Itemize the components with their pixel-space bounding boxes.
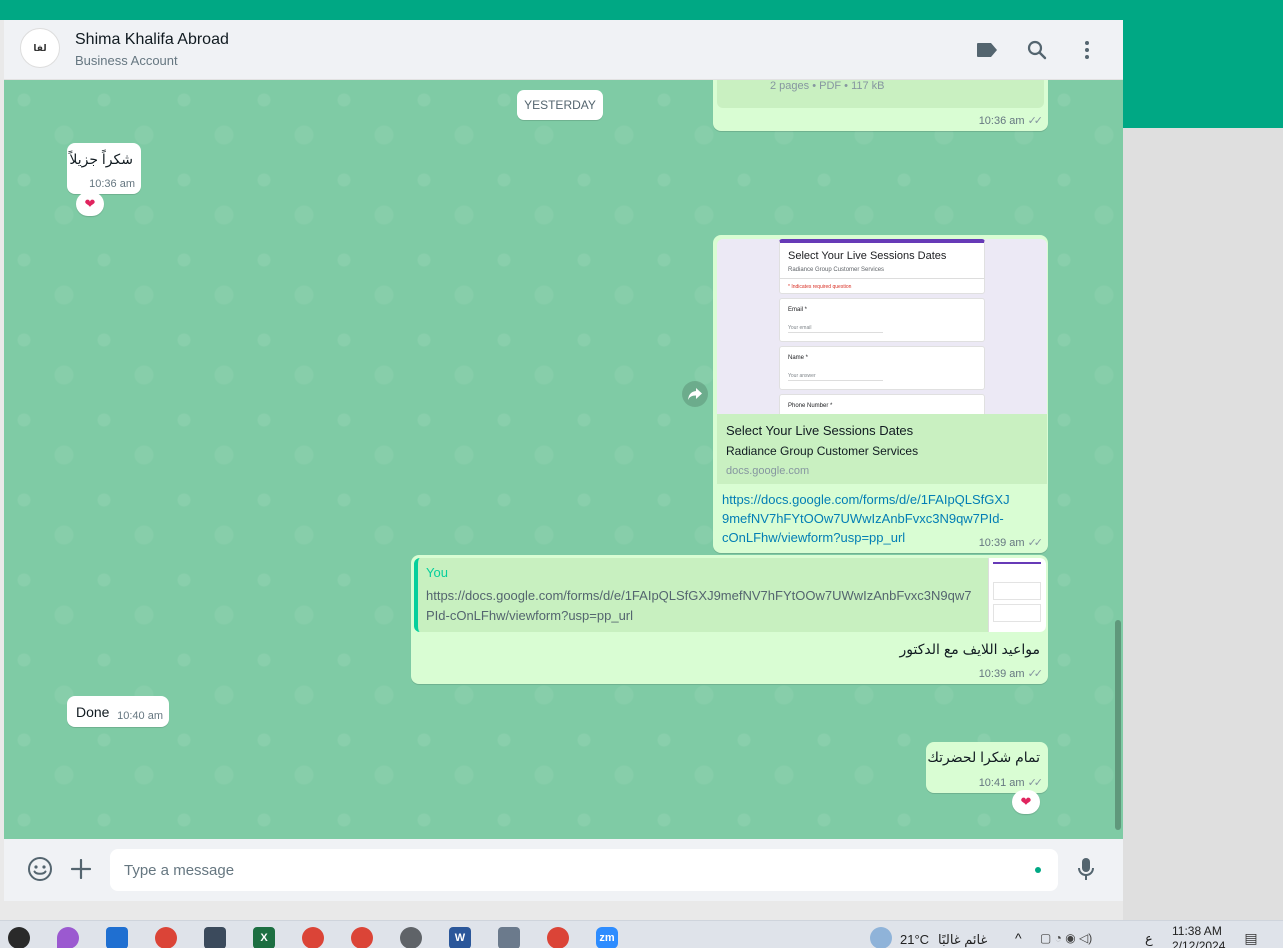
chat-header[interactable]: لفا Shima Khalifa Abroad Business Accoun… xyxy=(4,20,1123,80)
zoom-icon[interactable]: zm xyxy=(596,927,618,948)
search-icon[interactable] xyxy=(1025,38,1049,62)
link-preview-title: Select Your Live Sessions Dates xyxy=(726,423,914,438)
input-language[interactable]: ع xyxy=(1145,931,1153,947)
chat-scrollbar[interactable] xyxy=(1115,80,1121,839)
read-ticks-icon: ✓✓ xyxy=(1027,777,1044,789)
link-preview-meta[interactable]: Select Your Live Sessions Dates Radiance… xyxy=(717,414,1047,484)
form-phone-card: Phone Number * xyxy=(779,394,985,414)
snipping-tool-icon[interactable] xyxy=(204,927,226,948)
form-org: Radiance Group Customer Services xyxy=(788,267,885,273)
form-email-card: Email * Your email xyxy=(779,298,985,342)
input-status-dot xyxy=(1035,867,1041,873)
microphone-icon[interactable] xyxy=(1072,855,1100,883)
read-ticks-icon: ✓✓ xyxy=(1027,115,1044,127)
url-line: https://docs.google.com/forms/d/e/1FAIpQ… xyxy=(722,492,1010,507)
weather-cloud-icon[interactable] xyxy=(870,927,892,948)
label-icon[interactable] xyxy=(975,38,999,62)
form-preview-image[interactable]: Select Your Live Sessions Dates Radiance… xyxy=(717,239,1047,414)
quoted-message[interactable]: You https://docs.google.com/forms/d/e/1F… xyxy=(414,558,1046,632)
incoming-message[interactable]: Done 10:40 am xyxy=(67,696,169,727)
form-title: Select Your Live Sessions Dates xyxy=(788,250,947,262)
word-icon[interactable]: W xyxy=(449,927,471,948)
form-field-label: Name * xyxy=(788,355,809,361)
document-message[interactable]: 2 pages • PDF • 117 kB 10:36 am ✓✓ xyxy=(713,80,1048,131)
quote-thumbnail xyxy=(988,558,1046,632)
background-green-panel xyxy=(1123,20,1283,128)
chrome-profile-icon[interactable] xyxy=(351,927,373,948)
date-divider: YESTERDAY xyxy=(517,90,603,120)
message-input[interactable] xyxy=(110,849,1058,891)
excel-icon[interactable]: X xyxy=(253,927,275,948)
window-top-band xyxy=(0,0,1283,20)
background-grey-panel xyxy=(1123,128,1283,920)
message-time: 10:36 am ✓✓ xyxy=(978,115,1044,127)
form-field-label: Email * xyxy=(788,307,808,313)
reply-message[interactable]: You https://docs.google.com/forms/d/e/1F… xyxy=(411,555,1048,684)
contact-avatar[interactable]: لفا xyxy=(20,28,60,68)
composer-bar xyxy=(4,839,1123,901)
form-header-card: Select Your Live Sessions Dates Radiance… xyxy=(779,239,985,294)
chrome-profile-icon[interactable] xyxy=(155,927,177,948)
quote-text: https://docs.google.com/forms/d/e/1FAIpQ… xyxy=(426,588,972,623)
settings-gear-icon[interactable] xyxy=(400,927,422,948)
chrome-profile-icon[interactable] xyxy=(547,927,569,948)
attach-plus-icon[interactable] xyxy=(67,855,95,883)
weather-temperature[interactable]: 21°C xyxy=(900,932,929,947)
clock-time[interactable]: 11:38 AM xyxy=(1172,924,1222,938)
incoming-message[interactable]: شكراً جزيلاً 10:36 am xyxy=(67,143,141,194)
paint-app-icon[interactable] xyxy=(57,927,79,948)
message-time: 10:36 am xyxy=(89,178,135,190)
heart-reaction-icon[interactable]: ❤ xyxy=(76,192,104,216)
emoji-icon[interactable] xyxy=(26,855,54,883)
forward-icon[interactable] xyxy=(682,381,708,407)
message-text: مواعيد اللايف مع الدكتور xyxy=(899,641,1040,657)
link-preview-message[interactable]: Select Your Live Sessions Dates Radiance… xyxy=(713,235,1048,553)
url-line: 9mefNV7hFYtOOw7UWwIzAnbFvxc3N9qw7PId- xyxy=(722,511,1004,526)
system-tray-icons[interactable]: ▢ ◔ ◉ ◁) xyxy=(1040,931,1092,945)
notifications-icon[interactable]: ▤ xyxy=(1240,927,1262,948)
contact-name[interactable]: Shima Khalifa Abroad xyxy=(75,31,229,49)
heart-reaction-icon[interactable]: ❤ xyxy=(1012,790,1040,814)
form-required-note: * Indicates required question xyxy=(788,284,852,290)
form-field-label: Phone Number * xyxy=(788,403,833,409)
calculator-icon[interactable] xyxy=(498,927,520,948)
menu-kebab-icon[interactable] xyxy=(1075,38,1099,62)
message-time: 10:39 am ✓✓ xyxy=(978,537,1044,549)
message-time: 10:39 am ✓✓ xyxy=(978,668,1044,680)
scroll-thumb[interactable] xyxy=(1115,620,1121,830)
quote-author: You xyxy=(426,565,448,580)
read-ticks-icon: ✓✓ xyxy=(1027,537,1044,549)
form-field-hint: Your answer xyxy=(788,373,816,379)
whatsapp-window: لفا Shima Khalifa Abroad Business Accoun… xyxy=(4,20,1123,901)
message-time: 10:41 am ✓✓ xyxy=(978,777,1044,789)
read-ticks-icon: ✓✓ xyxy=(1027,668,1044,680)
windows-taskbar: X W zm 21°C غائم غالبًا ^ ▢ ◔ ◉ ◁) ع 11:… xyxy=(0,920,1283,948)
message-text: شكراً جزيلاً xyxy=(69,151,133,167)
chevron-up-icon[interactable]: ^ xyxy=(1015,930,1022,946)
document-meta: 2 pages • PDF • 117 kB xyxy=(770,80,885,92)
weather-description[interactable]: غائم غالبًا xyxy=(938,932,987,948)
photos-app-icon[interactable] xyxy=(106,927,128,948)
document-card[interactable]: 2 pages • PDF • 117 kB xyxy=(717,80,1044,108)
clock-date[interactable]: 2/12/2024 xyxy=(1172,939,1225,948)
link-preview-domain: docs.google.com xyxy=(726,465,810,477)
message-text: Done xyxy=(76,704,110,720)
chrome-icon[interactable] xyxy=(302,927,324,948)
chrome-active-icon[interactable] xyxy=(8,927,30,948)
link-preview-description: Radiance Group Customer Services xyxy=(726,444,919,458)
avatar-logo-text: لفا xyxy=(33,42,47,53)
message-time: 10:40 am xyxy=(117,710,163,722)
contact-subtitle: Business Account xyxy=(75,53,178,68)
message-text: تمام شكرا لحضرتك xyxy=(927,749,1040,765)
form-field-hint: Your email xyxy=(788,325,812,331)
outgoing-message[interactable]: تمام شكرا لحضرتك 10:41 am ✓✓ xyxy=(926,742,1048,793)
chat-area[interactable]: 2 pages • PDF • 117 kB 10:36 am ✓✓ YESTER… xyxy=(4,80,1123,839)
form-name-card: Name * Your answer xyxy=(779,346,985,390)
